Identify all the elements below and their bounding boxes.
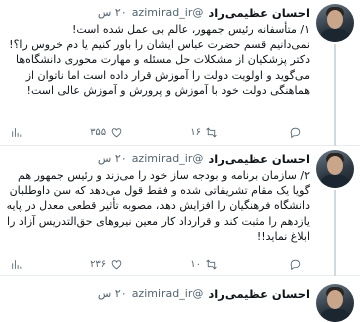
like-count: ۲۳۶ <box>90 258 107 270</box>
views-icon <box>12 259 22 269</box>
tweet[interactable]: احسان عظیمی‌راد @azimirad_ir ۲۰ س ۱/ متأ… <box>0 0 360 146</box>
tweet-line: دکتر پزشکیان از مشکلات حل مسئله و مهارت … <box>16 53 310 67</box>
retweet-button[interactable]: ۱۶ <box>190 126 218 139</box>
tweet-line: ابلاغ نماید!! <box>256 229 310 243</box>
thread-line <box>334 44 336 146</box>
tweet-line: یازدهم را مثبت کند و قرارداد کار معین نی… <box>7 214 310 228</box>
thread-line <box>334 190 336 276</box>
avatar[interactable] <box>316 4 354 42</box>
action-bar: ۱۰ ۲۳۶ <box>6 256 302 272</box>
tweet-line: ۲/ سازمان برنامه و بودجه ساز خود را می‌ز… <box>18 169 310 182</box>
like-button[interactable]: ۳۵۵ <box>90 126 123 139</box>
views-button[interactable] <box>6 126 23 139</box>
avatar[interactable] <box>316 150 354 188</box>
tweet-line: دانشگاه فرهنگیان را افزایش دهد، مصوبه تأ… <box>6 199 310 213</box>
retweet-button[interactable]: ۱۰ <box>190 258 218 271</box>
author-handle[interactable]: @azimirad_ir <box>132 151 204 167</box>
author-handle[interactable]: @azimirad_ir <box>132 5 204 21</box>
tweet-line: گویا یک مقام تشریفاتی شده و فقط قول می‌د… <box>9 184 310 198</box>
tweet-line: نمی‌دانیم قسم حضرت عباس ایشان را باور کن… <box>9 38 310 52</box>
avatar[interactable] <box>316 284 354 322</box>
retweet-count: ۱۰ <box>190 258 201 270</box>
author-name[interactable]: احسان عظیمی‌راد <box>208 5 310 21</box>
tweet-text: ۱/ متأسفانه رئیس جمهور، عالم بی عمل شده … <box>6 22 310 98</box>
like-button[interactable]: ۲۳۶ <box>90 258 123 271</box>
tweet-header: احسان عظیمی‌راد @azimirad_ir ۲۰ س <box>98 151 310 167</box>
author-name[interactable]: احسان عظیمی‌راد <box>208 151 310 167</box>
heart-icon <box>111 259 122 269</box>
reply-button[interactable] <box>285 126 302 139</box>
views-button[interactable] <box>6 258 23 271</box>
reply-icon <box>290 127 301 138</box>
timestamp[interactable]: ۲۰ س <box>98 151 127 167</box>
heart-icon <box>111 127 122 137</box>
retweet-icon <box>206 259 217 269</box>
tweet[interactable]: احسان عظیمی‌راد @azimirad_ir ۲۰ س ۲/ ساز… <box>0 146 360 276</box>
tweet-line: می‌گوید و اولویت دولت را آموزش قرار داده… <box>25 68 310 82</box>
reply-button[interactable] <box>285 258 302 271</box>
action-bar: ۱۶ ۳۵۵ <box>6 124 302 140</box>
like-count: ۳۵۵ <box>90 126 107 138</box>
timestamp[interactable]: ۲۰ س <box>98 5 127 21</box>
retweet-icon <box>206 127 217 137</box>
tweet-header: احسان عظیمی‌راد @azimirad_ir ۲۰ س <box>98 5 310 21</box>
views-icon <box>12 127 22 137</box>
tweet-text: ۲/ سازمان برنامه و بودجه ساز خود را می‌ز… <box>6 168 310 244</box>
retweet-count: ۱۶ <box>190 126 201 138</box>
tweet-line: ۱/ متأسفانه رئیس جمهور، عالم بی عمل شده … <box>71 23 310 36</box>
reply-icon <box>290 259 301 270</box>
tweet-line: هماهنگی دولت خود با آموزش و پرورش و آموز… <box>26 83 310 97</box>
tweet[interactable]: احسان عظیمی‌راد @azimirad_ir ۲۰ س <box>0 276 360 322</box>
